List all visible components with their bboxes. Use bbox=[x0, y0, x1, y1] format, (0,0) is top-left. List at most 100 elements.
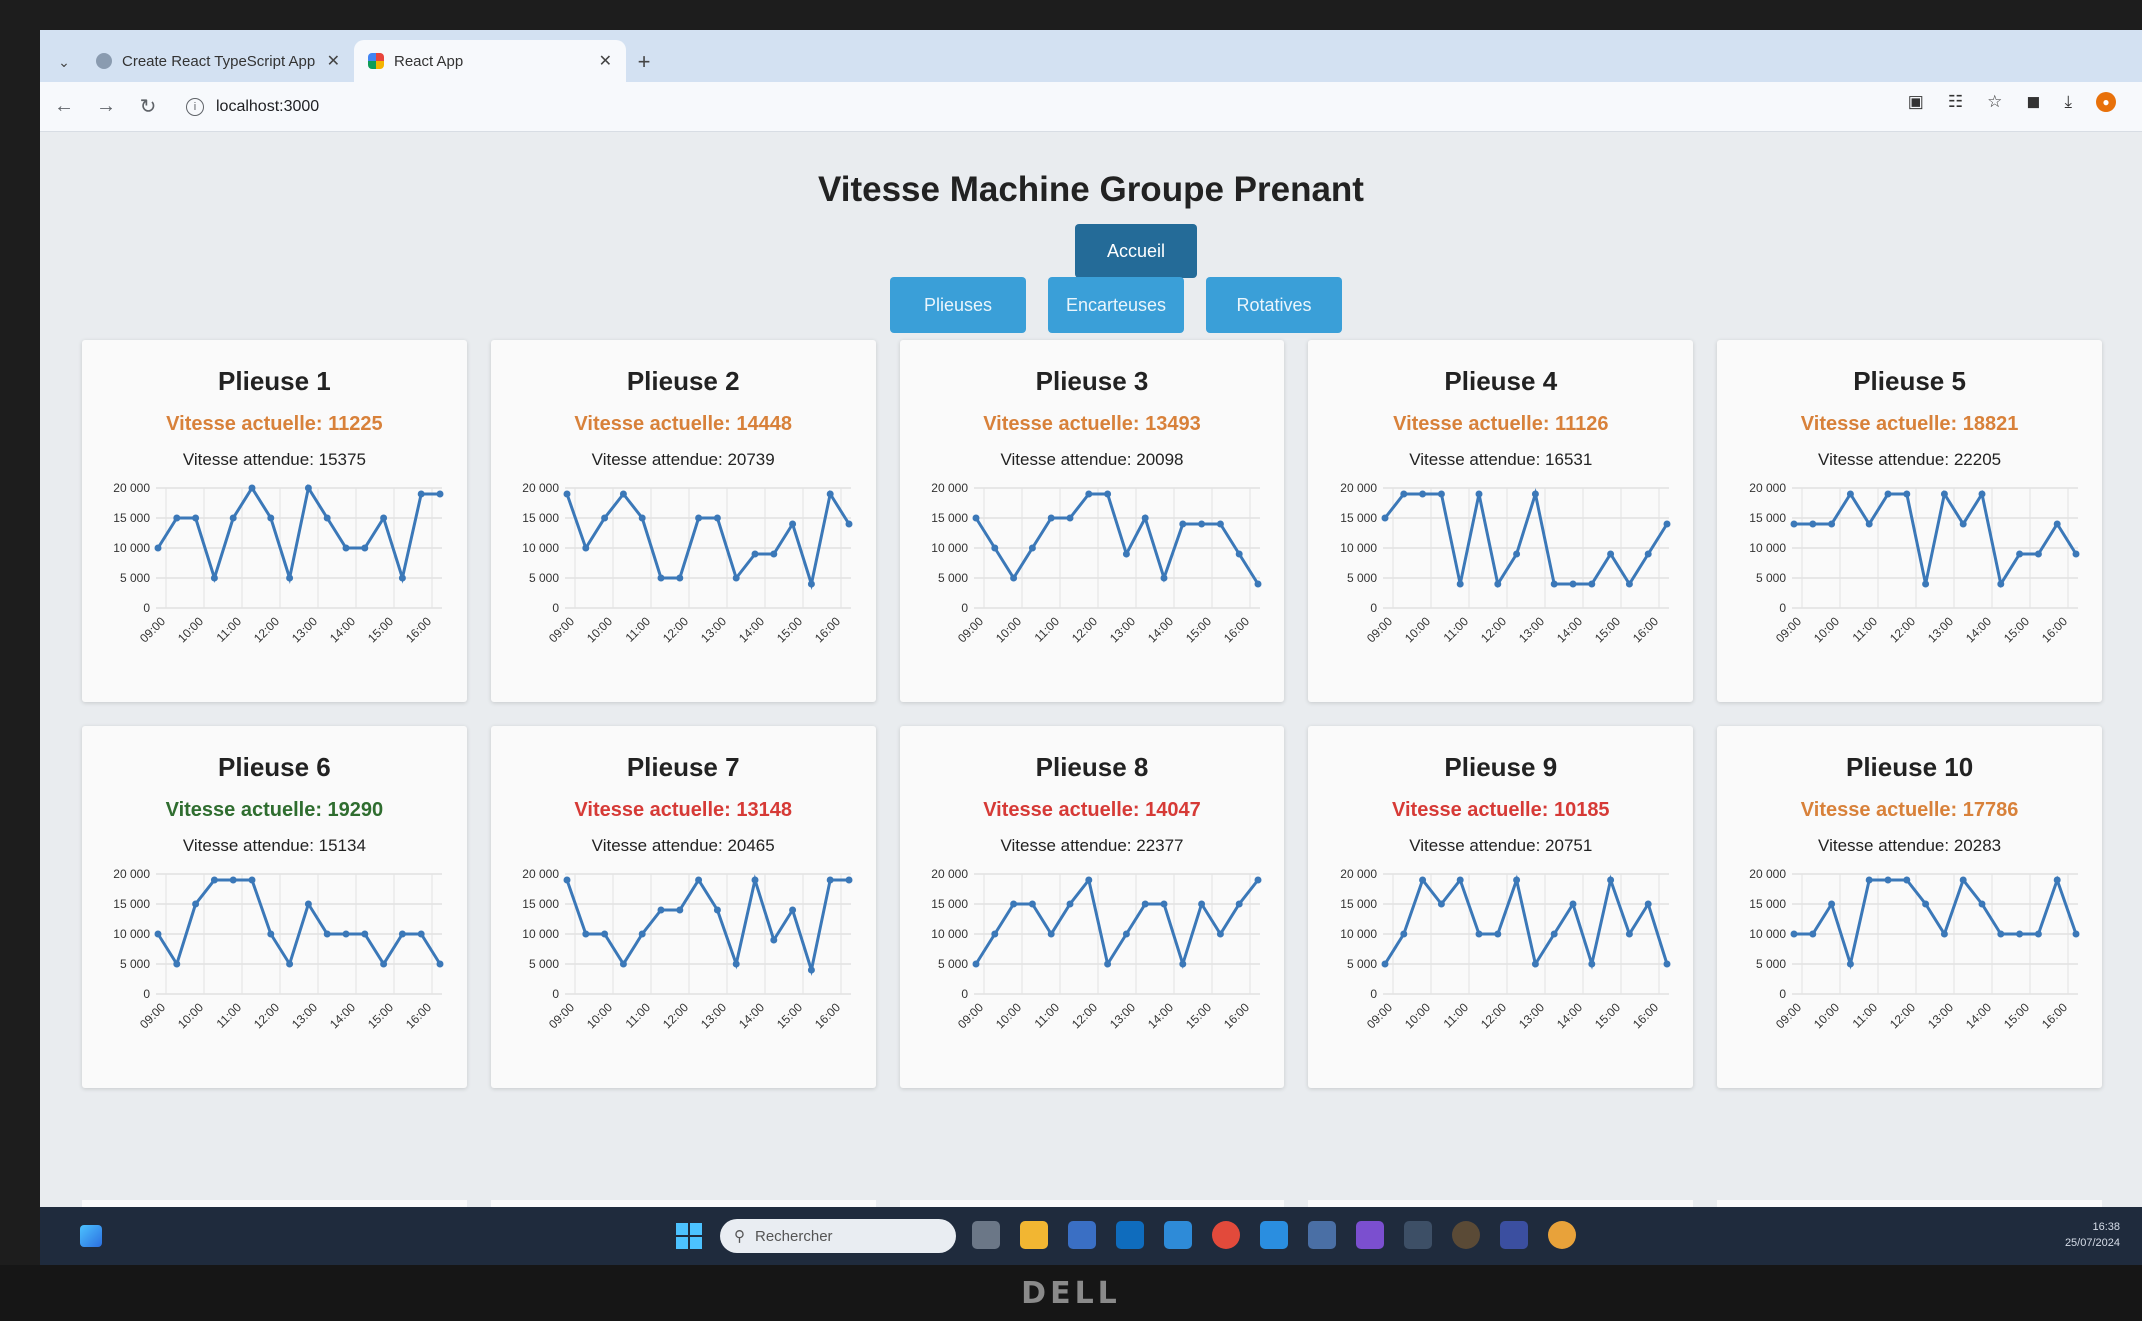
x-tick-label: 16:00 bbox=[1221, 614, 1252, 645]
y-tick-label: 0 bbox=[1370, 601, 1377, 615]
tab-react-app[interactable]: React App ✕ bbox=[354, 40, 626, 82]
card-partial bbox=[899, 1200, 1285, 1207]
data-point bbox=[1902, 490, 1910, 498]
machine-grid: Plieuse 1 Vitesse actuelle: 11225 Vitesse … bbox=[82, 340, 2102, 1088]
start-windows-icon[interactable] bbox=[676, 1223, 702, 1249]
speed-series-line bbox=[565, 874, 850, 976]
x-tick-label: 10:00 bbox=[993, 614, 1024, 645]
taskbar-search[interactable]: ⚲ Rechercher bbox=[720, 1219, 956, 1253]
back-arrow-icon[interactable]: ← bbox=[54, 95, 74, 118]
y-tick-label: 10 000 bbox=[1340, 927, 1377, 941]
close-icon[interactable]: ✕ bbox=[327, 51, 340, 71]
speed-series-line bbox=[1383, 488, 1669, 588]
x-tick-label: 16:00 bbox=[812, 614, 843, 645]
data-point bbox=[1179, 960, 1187, 968]
new-tab-button[interactable]: + bbox=[626, 42, 662, 82]
close-icon[interactable]: ✕ bbox=[599, 51, 612, 71]
x-tick-label: 10:00 bbox=[1811, 614, 1842, 645]
x-tick-label: 16:00 bbox=[812, 1000, 843, 1031]
data-point bbox=[1066, 900, 1074, 908]
data-point bbox=[770, 550, 778, 558]
machine-card: Plieuse 2 Vitesse actuelle: 14448 Vitesse … bbox=[490, 340, 876, 702]
x-tick-label: 13:00 bbox=[289, 1000, 320, 1031]
site-info-icon[interactable]: i bbox=[186, 97, 204, 116]
profile-avatar-icon[interactable]: ● bbox=[2096, 92, 2116, 112]
y-tick-label: 0 bbox=[144, 987, 151, 1001]
tab-create-react-app[interactable]: Create React TypeScript App ✕ bbox=[82, 40, 354, 82]
browser-toolbar: ← → ↻ i localhost:3000 bbox=[40, 82, 2142, 132]
x-tick-label: 16:00 bbox=[403, 614, 434, 645]
data-point bbox=[248, 484, 256, 492]
home-button[interactable]: Accueil bbox=[1075, 224, 1197, 278]
windows-taskbar: ⚲ Rechercher 16:38 25/07/2024 bbox=[40, 1207, 2142, 1265]
data-point bbox=[1512, 876, 1520, 884]
data-point bbox=[638, 514, 646, 522]
data-point bbox=[2053, 876, 2061, 884]
app-circle-icon[interactable] bbox=[1452, 1221, 1480, 1249]
y-tick-label: 10 000 bbox=[931, 541, 968, 555]
data-point bbox=[305, 484, 313, 492]
x-tick-label: 10:00 bbox=[1402, 614, 1433, 645]
y-tick-label: 20 000 bbox=[522, 867, 559, 881]
data-point bbox=[1085, 490, 1093, 498]
data-point bbox=[1884, 876, 1892, 884]
outlook-icon[interactable] bbox=[1116, 1221, 1144, 1249]
y-tick-label: 10 000 bbox=[1749, 541, 1786, 555]
current-speed: Vitesse actuelle: 13148 bbox=[574, 799, 792, 821]
download-icon[interactable]: ⤓ bbox=[2064, 92, 2072, 112]
translate-icon[interactable]: ☷ bbox=[1948, 92, 1963, 112]
data-point bbox=[1235, 900, 1243, 908]
task-view-icon[interactable] bbox=[972, 1221, 1000, 1249]
data-point bbox=[1437, 900, 1445, 908]
rotatives-button[interactable]: Rotatives bbox=[1206, 277, 1342, 333]
extensions-icon[interactable]: ◼ bbox=[2026, 92, 2040, 112]
search-placeholder: Rechercher bbox=[755, 1227, 833, 1245]
data-point bbox=[826, 876, 834, 884]
x-tick-label: 12:00 bbox=[660, 614, 691, 645]
settings-app-icon[interactable] bbox=[1404, 1221, 1432, 1249]
y-tick-label: 10 000 bbox=[1749, 927, 1786, 941]
plieuses-button[interactable]: Plieuses bbox=[890, 277, 1026, 333]
y-tick-label: 15 000 bbox=[1340, 511, 1377, 525]
file-explorer-icon[interactable] bbox=[1020, 1221, 1048, 1249]
reload-icon[interactable]: ↻ bbox=[138, 94, 158, 119]
x-tick-label: 11:00 bbox=[1032, 614, 1063, 645]
data-point bbox=[2072, 930, 2080, 938]
y-tick-label: 20 000 bbox=[1340, 867, 1377, 881]
speed-line-chart: 05 00010 00015 00020 00009:00 10:00 11:00 1… bbox=[931, 481, 1262, 645]
data-point bbox=[1254, 580, 1262, 588]
y-tick-label: 20 000 bbox=[1749, 867, 1786, 881]
data-point bbox=[714, 906, 722, 914]
x-tick-label: 13:00 bbox=[1925, 614, 1956, 645]
data-point bbox=[380, 514, 388, 522]
bookmark-star-icon[interactable]: ☆ bbox=[1987, 92, 2002, 112]
data-point bbox=[267, 514, 275, 522]
data-point bbox=[732, 574, 740, 582]
dell-logo: DELL bbox=[1021, 1275, 1121, 1311]
data-point bbox=[1198, 900, 1206, 908]
chrome-canary-icon[interactable] bbox=[1548, 1221, 1576, 1249]
store-icon[interactable] bbox=[1068, 1221, 1096, 1249]
forward-arrow-icon[interactable]: → bbox=[96, 95, 116, 118]
expected-speed: Vitesse attendue: 15375 bbox=[182, 450, 366, 469]
card-partial bbox=[490, 1200, 876, 1207]
encarteuses-button[interactable]: Encarteuses bbox=[1048, 277, 1184, 333]
data-point bbox=[1663, 520, 1671, 528]
x-tick-label: 12:00 bbox=[1069, 614, 1100, 645]
vscode-icon[interactable] bbox=[1260, 1221, 1288, 1249]
y-tick-label: 15 000 bbox=[931, 511, 968, 525]
visual-studio-icon[interactable] bbox=[1356, 1221, 1384, 1249]
activity-app-icon[interactable] bbox=[1164, 1221, 1192, 1249]
widgets-icon[interactable] bbox=[80, 1225, 102, 1247]
remote-desktop-icon[interactable] bbox=[1308, 1221, 1336, 1249]
system-clock[interactable]: 16:38 25/07/2024 bbox=[2065, 1219, 2120, 1251]
y-tick-label: 15 000 bbox=[931, 897, 968, 911]
x-tick-label: 10:00 bbox=[584, 1000, 615, 1031]
x-tick-label: 11:00 bbox=[1032, 1000, 1063, 1031]
teams-icon[interactable] bbox=[1500, 1221, 1528, 1249]
tab-search-icon[interactable]: ⌄ bbox=[46, 42, 82, 82]
address-bar[interactable]: i localhost:3000 bbox=[180, 90, 1880, 124]
install-app-icon[interactable]: ▣ bbox=[1908, 92, 1924, 112]
chrome-icon[interactable] bbox=[1212, 1221, 1240, 1249]
x-tick-label: 11:00 bbox=[214, 1000, 245, 1031]
